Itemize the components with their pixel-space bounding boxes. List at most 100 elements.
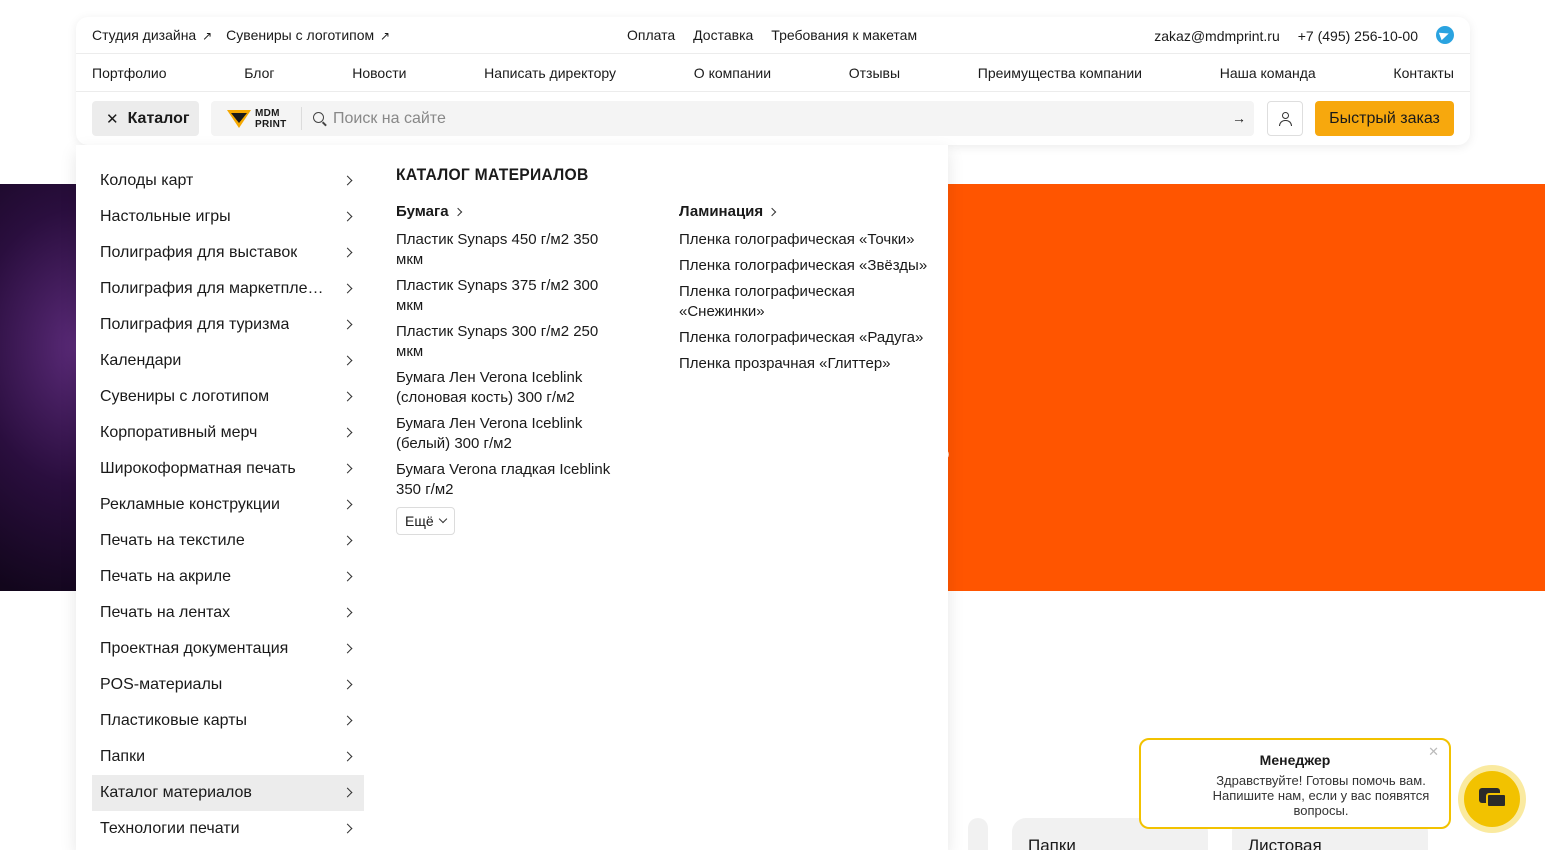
close-icon[interactable]: ✕ <box>1428 744 1439 760</box>
catalog-menu-item-label: Проектная документация <box>100 640 289 657</box>
panel-title: КАТАЛОГ МАТЕРИАЛОВ <box>396 165 589 184</box>
chevron-right-icon <box>342 463 353 474</box>
more-button[interactable]: Ещё <box>396 507 455 535</box>
phone-link[interactable]: +7 (495) 256-10-00 <box>1298 28 1418 44</box>
catalog-menu-item[interactable]: POS-материалы <box>92 667 364 703</box>
divider <box>301 107 302 130</box>
logo-text: MDM PRINT <box>255 108 287 130</box>
payment-link[interactable]: Оплата <box>627 27 675 43</box>
catalog-menu-item-label: Полиграфия для выставок <box>100 244 298 261</box>
catalog-menu-item-label: Печать на текстиле <box>100 532 245 549</box>
column-heading: Бумага <box>396 203 449 220</box>
material-item[interactable]: Пленка голографическая «Радуга» <box>679 328 939 348</box>
chevron-right-icon <box>342 319 353 330</box>
catalog-menu-item[interactable]: Печать на текстиле <box>92 523 364 559</box>
catalog-menu: Колоды карт Настольные игры Полиграфия для… <box>92 163 364 847</box>
nav-write-director[interactable]: Написать директору <box>484 65 616 81</box>
catalog-menu-item-label: Папки <box>100 748 145 765</box>
account-button[interactable] <box>1267 101 1303 136</box>
design-studio-link[interactable]: Студия дизайна ↗ <box>92 27 212 43</box>
delivery-link[interactable]: Доставка <box>693 27 753 43</box>
catalog-menu-item-label: Полиграфия для маркетплейсов <box>100 280 330 297</box>
catalog-menu-item-label: Печать на лентах <box>100 604 231 621</box>
catalog-menu-item[interactable]: Пластиковые карты <box>92 703 364 739</box>
chevron-right-icon <box>342 607 353 618</box>
material-item[interactable]: Пластик Synaps 450 г/м2 350 мкм <box>396 230 626 270</box>
nav-news[interactable]: Новости <box>352 65 406 81</box>
chevron-right-icon <box>453 207 462 217</box>
catalog-menu-item[interactable]: Сувениры с логотипом <box>92 379 364 415</box>
user-icon-body <box>1279 120 1292 126</box>
mdm-print-logo[interactable]: MDM PRINT <box>227 107 287 131</box>
telegram-icon[interactable] <box>1436 26 1454 44</box>
chevron-right-icon <box>767 207 777 217</box>
layout-requirements-link[interactable]: Требования к макетам <box>771 27 917 43</box>
catalog-menu-item[interactable]: Печать на лентах <box>92 595 364 631</box>
material-item[interactable]: Бумага Лен Verona Iceblink (слоновая кос… <box>396 368 626 408</box>
catalog-menu-item-label: Рекламные конструкции <box>100 496 280 513</box>
material-item[interactable]: Пленка голографическая «Звёзды» <box>679 256 939 276</box>
nav-reviews[interactable]: Отзывы <box>849 65 900 81</box>
catalog-menu-item-label: Печать на акриле <box>100 568 232 585</box>
catalog-menu-item[interactable]: Полиграфия для маркетплейсов <box>92 271 364 307</box>
souvenirs-link[interactable]: Сувениры с логотипом ↗ <box>226 27 390 43</box>
more-label: Ещё <box>405 513 434 529</box>
catalog-menu-item[interactable]: Папки <box>92 739 364 775</box>
catalog-menu-item-label: Технологии печати <box>100 820 240 837</box>
chevron-right-icon <box>342 211 353 222</box>
catalog-toggle-button[interactable]: ✕ Каталог <box>92 101 199 136</box>
nav-advantages[interactable]: Преимущества компании <box>978 65 1142 81</box>
material-item[interactable]: Пленка голографическая «Снежинки» <box>679 282 939 322</box>
search-input[interactable] <box>333 101 1213 136</box>
quick-order-button[interactable]: Быстрый заказ <box>1315 101 1454 136</box>
catalog-menu-item[interactable]: Проектная документация <box>92 631 364 667</box>
chevron-right-icon <box>342 391 353 402</box>
catalog-menu-item-label: Широкоформатная печать <box>100 460 296 477</box>
chevron-right-icon <box>342 679 353 690</box>
category-card[interactable] <box>968 818 988 850</box>
catalog-menu-item[interactable]: Рекламные конструкции <box>92 487 364 523</box>
chevron-right-icon <box>342 823 353 834</box>
catalog-menu-item[interactable]: Технологии печати <box>92 811 364 847</box>
material-item[interactable]: Пластик Synaps 300 г/м2 250 мкм <box>396 322 626 362</box>
lamination-heading-link[interactable]: Ламинация <box>679 203 939 220</box>
chat-popup[interactable]: Менеджер Здравствуйте! Готовы помочь вам… <box>1139 738 1451 829</box>
close-icon: ✕ <box>106 110 119 128</box>
catalog-dropdown: Колоды карт Настольные игры Полиграфия для… <box>76 145 948 850</box>
catalog-menu-item-label: Каталог материалов <box>100 784 252 801</box>
nav-portfolio[interactable]: Портфолио <box>92 65 167 81</box>
top-bar: Студия дизайна ↗ Сувениры с логотипом ↗ … <box>76 17 1470 54</box>
chat-button[interactable] <box>1458 765 1526 833</box>
catalog-menu-item[interactable]: Настольные игры <box>92 199 364 235</box>
chat-bubble-icon <box>1486 793 1507 808</box>
material-item[interactable]: Бумага Verona гладкая Iceblink 350 г/м2 <box>396 460 626 500</box>
chevron-right-icon <box>342 787 353 798</box>
catalog-menu-item[interactable]: Колоды карт <box>92 163 364 199</box>
catalog-menu-item[interactable]: Печать на акриле <box>92 559 364 595</box>
user-icon <box>1282 112 1289 119</box>
catalog-menu-item[interactable]: Полиграфия для туризма <box>92 307 364 343</box>
material-item[interactable]: Пленка голографическая «Точки» <box>679 230 939 250</box>
external-arrow-icon: ↗ <box>202 29 213 43</box>
nav-contacts[interactable]: Контакты <box>1393 65 1453 81</box>
email-link[interactable]: zakaz@mdmprint.ru <box>1154 28 1279 44</box>
catalog-menu-item-label: Полиграфия для туризма <box>100 316 290 333</box>
link-label: Студия дизайна <box>92 27 197 43</box>
material-item[interactable]: Пластик Synaps 375 г/м2 300 мкм <box>396 276 626 316</box>
catalog-menu-item-label: Пластиковые карты <box>100 712 248 729</box>
catalog-menu-item[interactable]: Полиграфия для выставок <box>92 235 364 271</box>
material-item[interactable]: Бумага Лен Verona Iceblink (белый) 300 г… <box>396 414 626 454</box>
catalog-menu-item[interactable]: Каталог материалов <box>92 775 364 811</box>
paper-heading-link[interactable]: Бумага <box>396 203 626 220</box>
search-icon <box>313 112 324 123</box>
material-item[interactable]: Пленка прозрачная «Глиттер» <box>679 354 939 374</box>
arrow-right-icon[interactable]: → <box>1232 110 1246 126</box>
nav-blog[interactable]: Блог <box>244 65 274 81</box>
chevron-right-icon <box>342 535 353 546</box>
catalog-menu-item[interactable]: Широкоформатная печать <box>92 451 364 487</box>
catalog-menu-item[interactable]: Календари <box>92 343 364 379</box>
chevron-down-icon <box>438 514 447 524</box>
nav-team[interactable]: Наша команда <box>1220 65 1316 81</box>
catalog-menu-item[interactable]: Корпоративный мерч <box>92 415 364 451</box>
nav-about[interactable]: О компании <box>694 65 771 81</box>
